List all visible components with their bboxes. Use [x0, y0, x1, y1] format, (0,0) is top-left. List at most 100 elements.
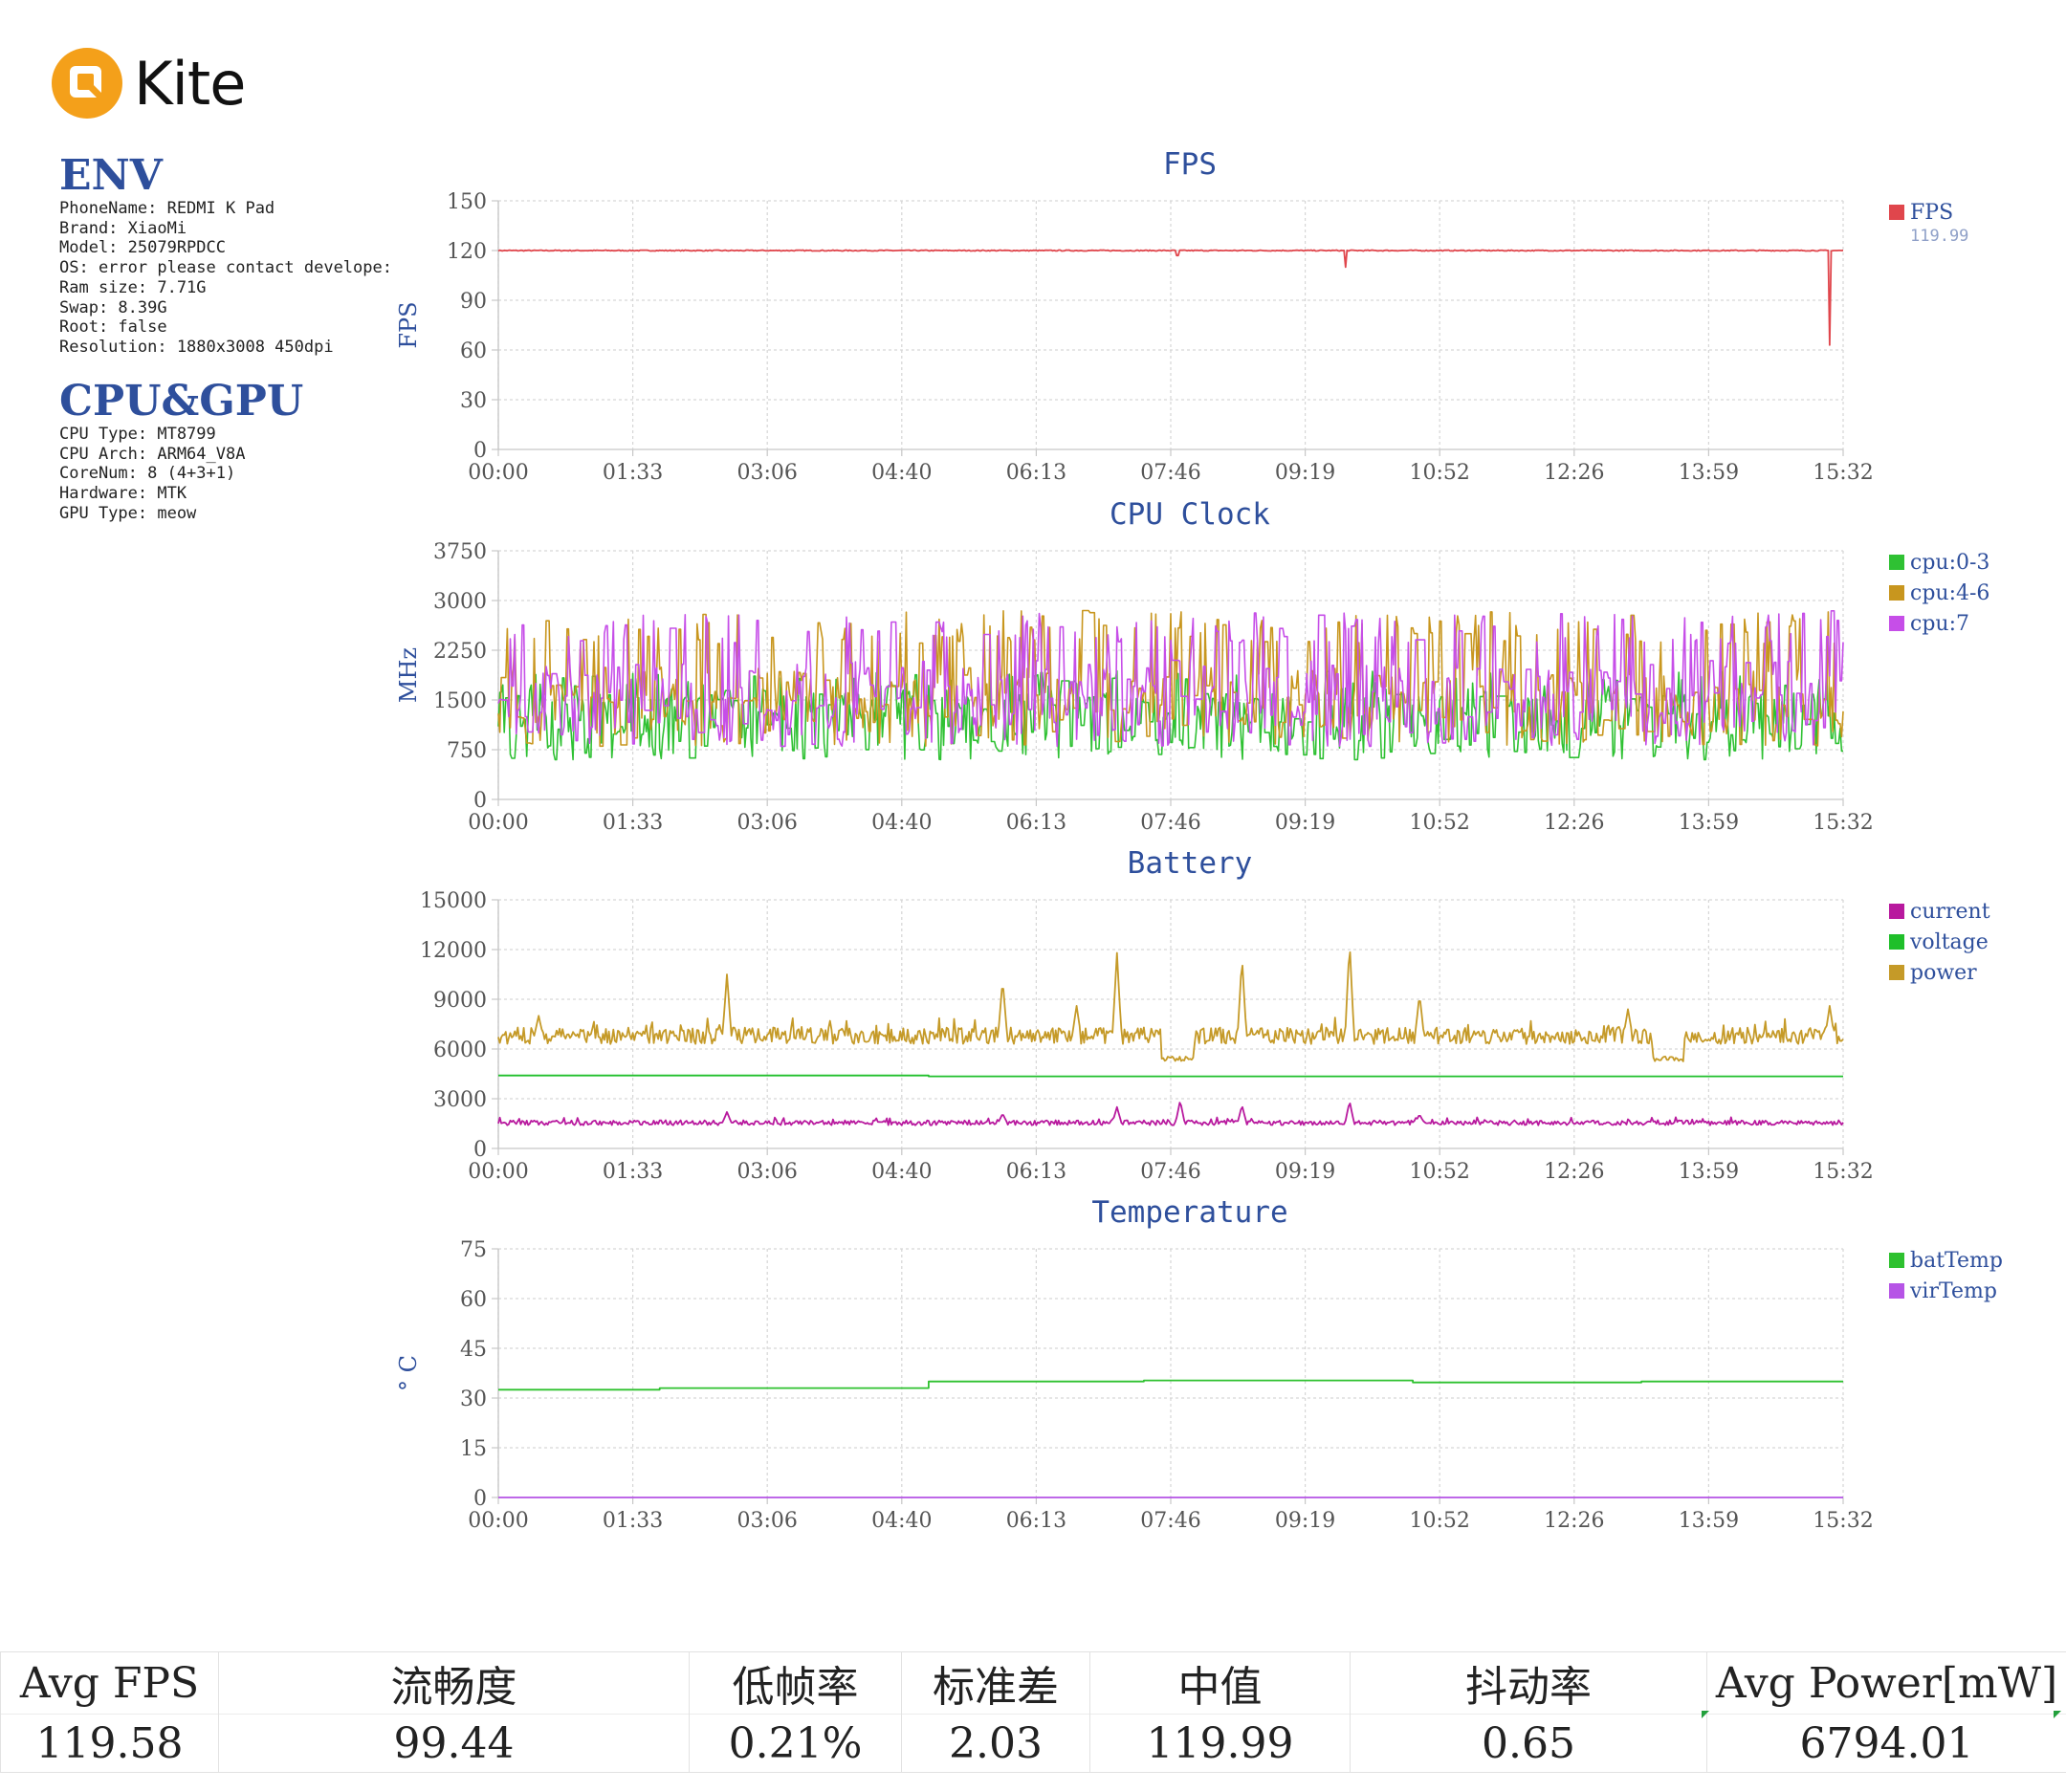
y-tick-label: 9000 [433, 989, 487, 1013]
y-tick-label: 2250 [433, 640, 487, 664]
x-tick-label: 01:33 [603, 1160, 663, 1184]
legend-swatch [1889, 965, 1904, 980]
legend-label: voltage [1909, 930, 1989, 954]
legend-swatch [1889, 1253, 1904, 1268]
x-tick-label: 06:13 [1006, 1509, 1066, 1533]
legend-label: cpu:7 [1910, 612, 1969, 636]
y-tick-label: 15 [460, 1437, 487, 1461]
y-tick-label: 0 [473, 1138, 487, 1162]
stats-table: Avg FPS 流畅度 低帧率 标准差 中值 抖动率 Avg Power[mW]… [0, 1651, 2066, 1792]
x-tick-label: 03:06 [736, 1509, 797, 1533]
y-tick-label: 75 [460, 1238, 487, 1262]
y-tick-label: 0 [473, 789, 487, 813]
y-tick-label: 90 [460, 290, 487, 314]
x-tick-label: 00:00 [468, 811, 528, 835]
y-tick-label: 3750 [433, 540, 487, 564]
x-tick-label: 03:06 [736, 461, 797, 485]
x-tick-label: 04:40 [871, 1509, 932, 1533]
y-tick-label: 3000 [433, 1088, 487, 1112]
y-tick-label: 6000 [433, 1038, 487, 1062]
y-tick-label: 30 [460, 389, 487, 413]
x-tick-label: 06:13 [1006, 811, 1066, 835]
x-tick-label: 13:59 [1679, 1509, 1739, 1533]
legend-label: batTemp [1910, 1249, 2003, 1273]
y-tick-label: 15000 [420, 889, 487, 913]
legend-swatch [1889, 616, 1904, 631]
legend-label: power [1910, 961, 1977, 985]
x-tick-label: 15:32 [1813, 811, 1873, 835]
y-tick-label: 150 [447, 190, 487, 214]
legend-label: current [1910, 900, 1990, 924]
chart-2: Battery 0 3000 6000 9000 12000 15000 00:00 01:33… [420, 846, 1990, 1184]
legend-swatch [1889, 1283, 1904, 1299]
x-tick-label: 13:59 [1679, 811, 1739, 835]
chart-3: Temperature ° C 0 15 30 45 60 75 00:00 01:33 03:06… [395, 1195, 2003, 1533]
x-tick-label: 07:46 [1140, 811, 1200, 835]
stat-header-median: 中值 [1089, 1651, 1351, 1715]
charts-canvas: FPSFPS030609012015000:00 01:33 03:06 04:40 0… [395, 147, 2003, 1533]
legend-value: 119.99 [1910, 227, 1968, 246]
stat-header-std-dev: 标准差 [901, 1651, 1090, 1715]
y-axis-label: FPS [395, 301, 422, 348]
legend-label: virTemp [1909, 1279, 1997, 1303]
x-tick-label: 15:32 [1813, 1160, 1873, 1184]
x-tick-label: 06:13 [1006, 1160, 1066, 1184]
x-tick-label: 10:52 [1409, 1509, 1469, 1533]
x-tick-label: 09:19 [1275, 461, 1335, 485]
stat-value-avg-fps: 119.58 [0, 1714, 219, 1773]
x-tick-label: 10:52 [1409, 461, 1469, 485]
stat-value-jitter-rate: 0.65 [1350, 1714, 1707, 1773]
x-tick-label: 00:00 [468, 1160, 528, 1184]
x-tick-label: 01:33 [603, 811, 663, 835]
stat-value-low-fps-rate: 0.21% [689, 1714, 902, 1773]
legend-swatch [1889, 205, 1904, 220]
chart-1: CPU Clock MHz 0 750 1500 2250 3000 3750 00:00 01:… [395, 497, 1989, 835]
chart-title: FPS [1163, 147, 1217, 182]
x-tick-label: 13:59 [1679, 461, 1739, 485]
cell-marker [1702, 1711, 1709, 1718]
x-tick-label: 07:46 [1140, 1509, 1200, 1533]
legend-swatch [1889, 934, 1904, 950]
x-tick-label: 15:32 [1813, 461, 1873, 485]
x-tick-label: 03:06 [736, 811, 797, 835]
x-tick-label: 10:52 [1409, 1160, 1469, 1184]
y-tick-label: 0 [473, 1487, 487, 1511]
x-tick-label: 04:40 [871, 811, 932, 835]
stat-value-smoothness: 99.44 [218, 1714, 690, 1773]
x-tick-label: 01:33 [603, 461, 663, 485]
x-tick-label: 09:19 [1275, 811, 1335, 835]
y-axis-label: ° C [395, 1355, 422, 1391]
y-tick-label: 60 [460, 339, 487, 363]
x-tick-label: 00:00 [468, 1509, 528, 1533]
x-tick-label: 12:26 [1544, 1509, 1604, 1533]
chart-0: FPS FPS 0 30 60 90 120 150 00:00 01:33 03:06 04:40 0… [395, 147, 1968, 485]
y-tick-label: 30 [460, 1388, 487, 1411]
stat-header-smoothness: 流畅度 [218, 1651, 690, 1715]
stat-value-median: 119.99 [1089, 1714, 1351, 1773]
stat-header-avg-fps: Avg FPS [0, 1651, 219, 1715]
legend-label: cpu:0-3 [1910, 551, 1989, 575]
series-line-voltage [498, 1074, 1843, 1078]
legend-swatch [1889, 555, 1904, 570]
y-tick-label: 0 [473, 439, 487, 463]
legend-swatch [1889, 904, 1904, 919]
stat-header-jitter-rate: 抖动率 [1350, 1651, 1707, 1715]
y-tick-label: 1500 [433, 689, 487, 713]
legend-swatch [1889, 585, 1904, 601]
y-tick-label: 3000 [433, 590, 487, 614]
stat-header-avg-power: Avg Power[mW] [1706, 1651, 2066, 1715]
y-tick-label: 45 [460, 1338, 487, 1362]
y-tick-label: 60 [460, 1288, 487, 1312]
x-tick-label: 13:59 [1679, 1160, 1739, 1184]
y-tick-label: 12000 [420, 939, 487, 963]
legend-label: cpu:4-6 [1910, 581, 1989, 605]
x-tick-label: 00:00 [468, 461, 528, 485]
y-axis-label: MHz [395, 647, 422, 703]
chart-title: Battery [1128, 846, 1253, 881]
x-tick-label: 09:19 [1275, 1160, 1335, 1184]
cell-marker [2054, 1711, 2061, 1718]
chart-title: CPU Clock [1110, 497, 1270, 532]
x-tick-label: 07:46 [1140, 461, 1200, 485]
x-tick-label: 04:40 [871, 461, 932, 485]
chart-title: Temperature [1091, 1195, 1287, 1230]
